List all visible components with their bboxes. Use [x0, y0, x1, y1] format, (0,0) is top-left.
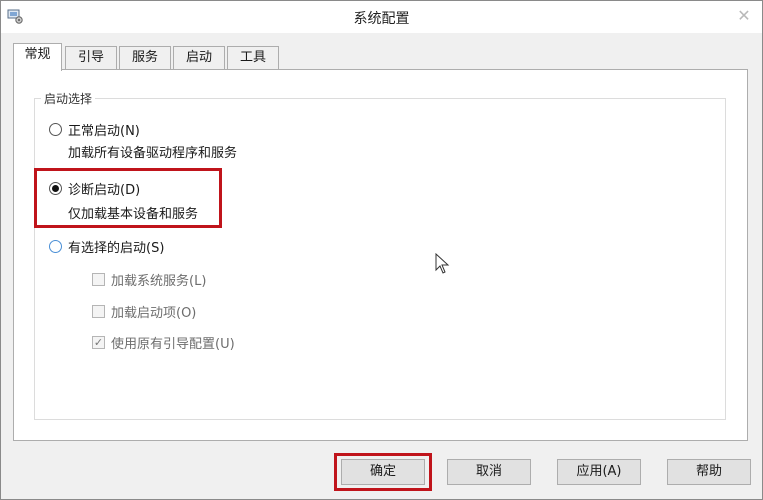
tab-startup[interactable]: 启动: [173, 46, 225, 70]
normal-startup-description: 加载所有设备驱动程序和服务: [68, 146, 238, 161]
tab-tools[interactable]: 工具: [227, 46, 279, 70]
radio-normal-startup[interactable]: 正常启动(N): [49, 120, 140, 139]
system-config-window: 系统配置 ✕ 常规 引导 服务 启动 工具 启动选择 正常启动(N) 加载所有设…: [0, 0, 763, 500]
window-title: 系统配置: [353, 11, 410, 27]
tab-general[interactable]: 常规: [13, 43, 62, 71]
group-legend: 启动选择: [41, 90, 96, 107]
radio-label: 有选择的启动(S): [68, 240, 165, 256]
title-bar: 系统配置 ✕: [1, 1, 762, 33]
radio-button[interactable]: [49, 122, 62, 136]
startup-selection-group: 启动选择 正常启动(N) 加载所有设备驱动程序和服务 诊断启动(D) 仅加载基本…: [34, 90, 726, 420]
checkbox-load-system-services[interactable]: 加载系统服务(L): [92, 270, 207, 289]
cancel-button[interactable]: 取消: [447, 459, 531, 485]
checkbox[interactable]: [92, 272, 105, 286]
general-tab-panel: 启动选择 正常启动(N) 加载所有设备驱动程序和服务 诊断启动(D) 仅加载基本…: [13, 69, 748, 441]
checkbox-label: 使用原有引导配置(U): [111, 336, 235, 352]
radio-selective-startup[interactable]: 有选择的启动(S): [49, 237, 165, 256]
radio-label: 正常启动(N): [68, 123, 140, 139]
tab-services[interactable]: 服务: [119, 46, 171, 70]
checkmark-icon[interactable]: ✓: [92, 335, 105, 349]
help-button[interactable]: 帮助: [667, 459, 751, 485]
checkbox[interactable]: [92, 304, 105, 318]
highlight-diagnostic-startup: [34, 168, 222, 228]
mouse-pointer-icon: [435, 253, 450, 274]
checkbox-label: 加载启动项(O): [111, 305, 197, 321]
close-icon[interactable]: ✕: [734, 6, 754, 26]
checkbox-use-original-boot-config[interactable]: ✓ 使用原有引导配置(U): [92, 333, 235, 352]
radio-button[interactable]: [49, 239, 62, 253]
checkbox-label: 加载系统服务(L): [111, 273, 207, 289]
apply-button[interactable]: 应用(A): [557, 459, 641, 485]
checkbox-load-startup-items[interactable]: 加载启动项(O): [92, 302, 197, 321]
tab-boot[interactable]: 引导: [65, 46, 117, 70]
highlight-ok-button: [334, 453, 432, 491]
